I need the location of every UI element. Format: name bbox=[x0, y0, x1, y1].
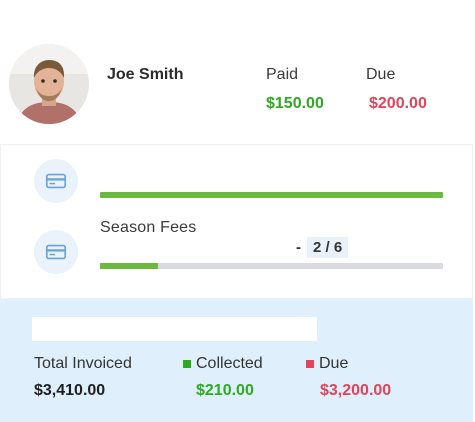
summary-panel: Total Invoiced $3,410.00 Collected $210.… bbox=[0, 299, 473, 422]
collected-value: $210.00 bbox=[196, 382, 254, 399]
paid-value: $150.00 bbox=[266, 95, 324, 112]
credit-card-icon bbox=[46, 244, 66, 260]
collected-label: Collected bbox=[196, 355, 263, 372]
due-value: $200.00 bbox=[369, 95, 427, 112]
due-label: Due bbox=[366, 66, 396, 83]
fee-row-2-progress bbox=[100, 263, 443, 269]
summary-header-field bbox=[32, 317, 317, 341]
player-fee-card: Joe Smith Paid $150.00 Due $200.00 Seaso… bbox=[0, 0, 475, 422]
user-photo-icon bbox=[9, 44, 89, 124]
avatar[interactable] bbox=[9, 44, 89, 124]
fee-row-1-progress-fill bbox=[100, 192, 443, 198]
paid-label: Paid bbox=[266, 66, 299, 83]
total-invoiced-label: Total Invoiced bbox=[34, 355, 132, 372]
due-dot-icon bbox=[306, 360, 314, 368]
fee-row-2-progress-fill bbox=[100, 263, 159, 269]
fee-row-2-title: Season Fees bbox=[100, 219, 197, 236]
fee-row-1-icon bbox=[34, 159, 78, 203]
collected-dot-icon bbox=[183, 360, 191, 368]
fee-row-2-count-value: 2 / 6 bbox=[307, 236, 349, 258]
fee-row-2-icon bbox=[34, 230, 78, 274]
player-name: Joe Smith bbox=[107, 66, 184, 83]
total-invoiced-value: $3,410.00 bbox=[34, 382, 106, 399]
due-legend: Due bbox=[306, 355, 348, 373]
fee-row-1-progress bbox=[100, 192, 443, 198]
fee-row-2-count: - 2 / 6 bbox=[296, 236, 349, 258]
credit-card-icon bbox=[46, 173, 66, 189]
summary-due-label: Due bbox=[319, 355, 349, 372]
profile-header: Joe Smith Paid $150.00 Due $200.00 bbox=[0, 0, 475, 144]
summary-due-value: $3,200.00 bbox=[320, 382, 392, 399]
collected-legend: Collected bbox=[183, 355, 263, 373]
